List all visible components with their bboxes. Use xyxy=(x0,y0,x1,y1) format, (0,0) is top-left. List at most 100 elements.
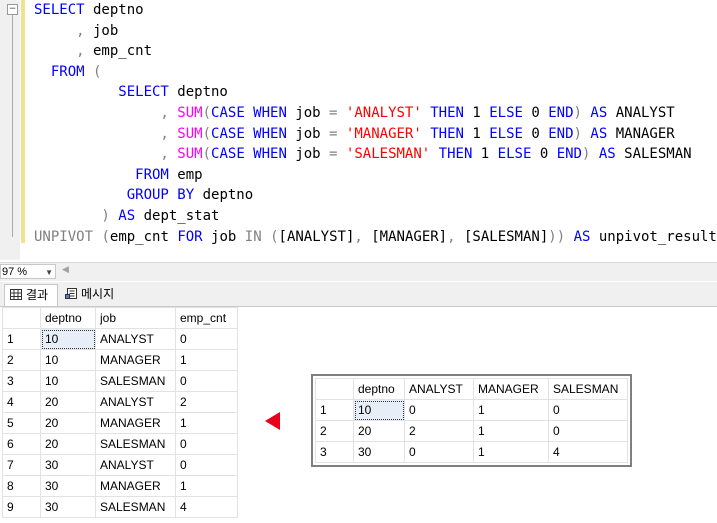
table-cell[interactable]: 30 xyxy=(40,475,96,497)
table-row[interactable]: 8 30 MANAGER 1 xyxy=(2,475,238,497)
code-line[interactable]: , SUM(CASE WHEN job = 'SALESMAN' THEN 1 … xyxy=(34,144,691,164)
row-number[interactable]: 5 xyxy=(2,412,41,434)
row-number[interactable]: 3 xyxy=(2,370,41,392)
table-cell[interactable]: 10 xyxy=(40,370,96,392)
tab-messages[interactable]: 메시지 xyxy=(60,284,130,305)
row-number-header[interactable] xyxy=(2,307,41,329)
code-token: [SALESMAN] xyxy=(455,228,549,245)
code-line[interactable]: , job xyxy=(34,21,118,41)
column-header[interactable]: deptno xyxy=(40,307,96,329)
tab-results[interactable]: 결과 xyxy=(4,284,58,306)
table-row[interactable]: 9 30 SALESMAN 4 xyxy=(2,496,238,518)
change-tracking-bar xyxy=(21,0,25,243)
code-token: ( xyxy=(202,105,212,121)
table-row[interactable]: 6 20 SALESMAN 0 xyxy=(2,433,238,455)
table-row[interactable]: 1 10 ANALYST 0 xyxy=(2,328,238,350)
table-cell[interactable]: MANAGER xyxy=(95,412,176,434)
code-line[interactable]: FROM emp xyxy=(34,165,203,185)
table-cell[interactable]: 20 xyxy=(40,412,96,434)
code-line[interactable]: UNPIVOT (emp_cnt FOR job IN ([ANALYST], … xyxy=(34,227,717,247)
table-cell[interactable]: 30 xyxy=(40,496,96,518)
code-token: , xyxy=(34,43,85,60)
code-line[interactable]: FROM ( xyxy=(34,62,102,82)
code-line[interactable]: , SUM(CASE WHEN job = 'ANALYST' THEN 1 E… xyxy=(34,103,675,123)
table-row: 1 10 0 1 0 xyxy=(315,399,628,421)
row-number[interactable]: 9 xyxy=(2,496,41,518)
pivot-header-row: deptno ANALYST MANAGER SALESMAN xyxy=(315,378,628,400)
table-cell: 0 xyxy=(404,399,474,421)
table-cell[interactable]: SALESMAN xyxy=(95,370,176,392)
table-cell[interactable]: 20 xyxy=(40,433,96,455)
table-cell[interactable]: 0 xyxy=(175,433,238,455)
table-row[interactable]: 3 10 SALESMAN 0 xyxy=(2,370,238,392)
table-cell[interactable]: 0 xyxy=(175,370,238,392)
code-token: ANALYST xyxy=(607,105,675,121)
table-cell[interactable]: SALESMAN xyxy=(95,496,176,518)
result-grid[interactable]: deptno job emp_cnt 1 10 ANALYST 0 2 10 MANAGER… xyxy=(2,307,238,518)
column-header: ANALYST xyxy=(404,378,474,400)
table-cell[interactable]: 1 xyxy=(175,475,238,497)
code-token: CASE WHEN xyxy=(211,125,287,142)
table-cell[interactable]: ANALYST xyxy=(95,391,176,413)
table-cell[interactable]: 0 xyxy=(175,454,238,476)
code-token: 1 xyxy=(463,125,490,142)
table-cell: 1 xyxy=(473,441,549,463)
code-token: 0 xyxy=(522,105,549,121)
table-cell[interactable]: 10 xyxy=(40,328,96,350)
column-header: SALESMAN xyxy=(548,378,628,400)
column-header[interactable]: emp_cnt xyxy=(175,307,238,329)
scroll-left-icon[interactable]: ◀ xyxy=(62,265,69,275)
table-cell[interactable]: 20 xyxy=(40,391,96,413)
code-token: , xyxy=(34,125,169,142)
code-token: emp xyxy=(168,166,203,183)
code-line[interactable]: ) AS dept_stat xyxy=(34,206,219,226)
table-cell[interactable]: 1 xyxy=(175,412,238,434)
row-number[interactable]: 4 xyxy=(2,391,41,413)
row-number[interactable]: 8 xyxy=(2,475,41,497)
table-cell[interactable]: MANAGER xyxy=(95,475,176,497)
table-row[interactable]: 4 20 ANALYST 2 xyxy=(2,391,238,413)
table-row[interactable]: 7 30 ANALYST 0 xyxy=(2,454,238,476)
row-number[interactable]: 2 xyxy=(2,349,41,371)
table-cell[interactable]: 2 xyxy=(175,391,238,413)
code-line[interactable]: , SUM(CASE WHEN job = 'MANAGER' THEN 1 E… xyxy=(34,124,674,144)
code-token: ) xyxy=(34,208,110,224)
code-token: ) xyxy=(573,105,582,121)
code-line[interactable]: SELECT deptno xyxy=(34,0,144,20)
row-number: 1 xyxy=(315,399,354,421)
code-token: SELECT xyxy=(34,84,169,101)
table-cell[interactable]: MANAGER xyxy=(95,349,176,371)
table-cell[interactable]: 10 xyxy=(40,349,96,371)
collapse-toggle-icon[interactable]: − xyxy=(7,4,18,15)
row-number[interactable]: 6 xyxy=(2,433,41,455)
code-line[interactable]: SELECT deptno xyxy=(34,82,228,102)
row-number[interactable]: 1 xyxy=(2,328,41,350)
code-line[interactable]: GROUP BY deptno xyxy=(34,185,253,205)
code-token: AS xyxy=(118,208,136,224)
code-line[interactable]: , emp_cnt xyxy=(34,41,152,61)
row-number[interactable]: 7 xyxy=(2,454,41,476)
column-header[interactable]: job xyxy=(95,307,176,329)
code-token: , xyxy=(34,146,169,163)
table-row[interactable]: 2 10 MANAGER 1 xyxy=(2,349,238,371)
code-token: IN xyxy=(244,228,262,245)
code-token: 0 xyxy=(522,125,549,142)
table-cell[interactable]: 30 xyxy=(40,454,96,476)
table-cell[interactable]: 4 xyxy=(175,496,238,518)
editor-margin xyxy=(0,0,20,260)
table-cell[interactable]: ANALYST xyxy=(95,454,176,476)
table-cell[interactable]: SALESMAN xyxy=(95,433,176,455)
code-token: ELSE xyxy=(489,125,523,142)
sql-editor[interactable]: − SELECT deptno , job , emp_cnt FROM ( S… xyxy=(0,0,717,260)
table-row[interactable]: 5 20 MANAGER 1 xyxy=(2,412,238,434)
table-cell[interactable]: ANALYST xyxy=(95,328,176,350)
zoom-dropdown[interactable]: 97 % ▼ xyxy=(0,264,56,279)
code-token: END xyxy=(556,146,582,163)
table-cell[interactable]: 0 xyxy=(175,328,238,350)
row-number-header xyxy=(315,378,354,400)
table-cell[interactable]: 1 xyxy=(175,349,238,371)
message-icon xyxy=(65,288,77,299)
